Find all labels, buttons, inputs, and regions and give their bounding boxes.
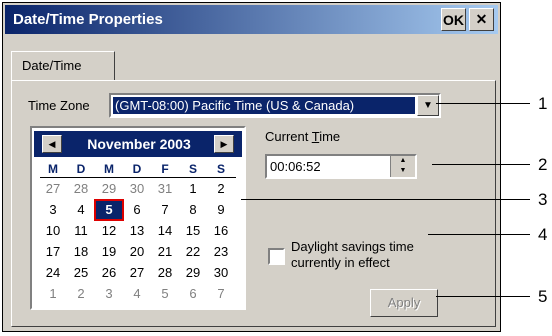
calendar-day[interactable]: 4 <box>124 285 150 303</box>
daylight-label-line1: Daylight savings time <box>291 239 414 254</box>
calendar-day[interactable]: 16 <box>208 222 234 240</box>
calendar-day[interactable]: 2 <box>208 180 234 198</box>
apply-button[interactable]: Apply <box>370 289 438 317</box>
calendar-day[interactable]: 31 <box>152 180 178 198</box>
calendar-day[interactable]: 19 <box>96 243 122 261</box>
calendar-day[interactable]: 4 <box>68 201 94 219</box>
calendar-day[interactable]: 12 <box>96 222 122 240</box>
calendar-day[interactable]: 5 <box>152 285 178 303</box>
calendar: ◀ November 2003 ▶ MDMDFSS 27 28 29 30 31 1 2 3 4… <box>30 126 246 310</box>
calendar-day[interactable]: 1 <box>40 285 66 303</box>
calendar-header: ◀ November 2003 ▶ <box>34 131 242 157</box>
title-bar: Date/Time Properties OK ✕ <box>5 5 498 34</box>
next-month-icon[interactable]: ▶ <box>214 135 234 153</box>
timezone-select[interactable]: (GMT-08:00) Pacific Time (US & Canada) ▼ <box>109 93 441 118</box>
calendar-day[interactable]: 6 <box>124 201 150 219</box>
weekday-header: S <box>216 162 225 176</box>
calendar-day[interactable]: 13 <box>124 222 150 240</box>
calendar-day[interactable]: 8 <box>180 201 206 219</box>
spinner-buttons: ▲ ▼ <box>390 156 415 177</box>
daylight-label-line2: currently in effect <box>291 255 390 270</box>
calendar-day[interactable]: 7 <box>208 285 234 303</box>
current-time-label: Current Time <box>265 129 341 144</box>
daylight-savings-checkbox[interactable] <box>268 248 285 265</box>
calendar-day[interactable]: 2 <box>68 285 94 303</box>
calendar-day[interactable]: 27 <box>124 264 150 282</box>
ok-button[interactable]: OK <box>441 8 466 31</box>
calendar-day[interactable]: 28 <box>152 264 178 282</box>
calendar-day[interactable]: 29 <box>180 264 206 282</box>
calendar-day[interactable]: 25 <box>68 264 94 282</box>
dropdown-arrow-icon[interactable]: ▼ <box>417 95 439 116</box>
calendar-day[interactable]: 30 <box>124 180 150 198</box>
spin-down-icon[interactable]: ▼ <box>391 166 415 176</box>
calendar-day[interactable]: 22 <box>180 243 206 261</box>
time-value[interactable]: 00:06:52 <box>270 159 321 174</box>
calendar-day[interactable]: 20 <box>124 243 150 261</box>
prev-month-icon[interactable]: ◀ <box>42 135 62 153</box>
calendar-day[interactable]: 29 <box>96 180 122 198</box>
spin-up-icon[interactable]: ▲ <box>391 156 415 166</box>
calendar-day[interactable]: 1 <box>180 180 206 198</box>
weekday-divider <box>40 177 236 178</box>
callout-number-1: 1 <box>538 94 548 113</box>
calendar-month-label: November 2003 <box>87 136 191 152</box>
callout-number-2: 2 <box>538 155 548 174</box>
callout-number-4: 4 <box>538 225 548 244</box>
calendar-day[interactable]: 27 <box>40 180 66 198</box>
calendar-day[interactable]: 6 <box>180 285 206 303</box>
calendar-day[interactable]: 23 <box>208 243 234 261</box>
weekday-header: M <box>48 162 58 176</box>
calendar-day[interactable]: 24 <box>40 264 66 282</box>
weekday-header: S <box>188 162 197 176</box>
calendar-day[interactable]: 9 <box>208 201 234 219</box>
time-spinner[interactable]: 00:06:52 ▲ ▼ <box>265 154 417 179</box>
callout-line-3 <box>241 199 530 200</box>
close-button[interactable]: ✕ <box>469 8 494 31</box>
calendar-day[interactable]: 30 <box>208 264 234 282</box>
calendar-day[interactable]: 14 <box>152 222 178 240</box>
weekday-header: D <box>132 162 142 176</box>
weekday-header: D <box>76 162 86 176</box>
calendar-day[interactable]: 18 <box>68 243 94 261</box>
callout-line-4 <box>428 234 530 235</box>
tab-date-time[interactable]: Date/Time <box>11 51 115 81</box>
weekday-header: M <box>104 162 114 176</box>
timezone-label: Time Zone <box>28 98 90 113</box>
callout-line-2 <box>432 164 530 165</box>
daylight-savings-label: Daylight savings time currently in effec… <box>291 239 414 271</box>
calendar-day[interactable]: 3 <box>40 201 66 219</box>
calendar-day[interactable]: 28 <box>68 180 94 198</box>
date-time-dialog: Date/Time Properties OK ✕ Date/Time Time… <box>2 2 501 332</box>
callout-line-5 <box>436 296 530 297</box>
weekday-header: F <box>161 162 169 176</box>
callout-line-1 <box>436 103 530 104</box>
callout-number-5: 5 <box>538 287 548 306</box>
window-title: Date/Time Properties <box>13 11 163 28</box>
calendar-day[interactable]: 17 <box>40 243 66 261</box>
calendar-day[interactable]: 7 <box>152 201 178 219</box>
calendar-day[interactable]: 11 <box>68 222 94 240</box>
calendar-day[interactable]: 26 <box>96 264 122 282</box>
calendar-day[interactable]: 3 <box>96 285 122 303</box>
calendar-day-selected[interactable]: 5 <box>94 199 124 221</box>
timezone-value: (GMT-08:00) Pacific Time (US & Canada) <box>112 96 416 115</box>
calendar-day[interactable]: 15 <box>180 222 206 240</box>
calendar-day[interactable]: 10 <box>40 222 66 240</box>
callout-number-3: 3 <box>538 190 548 209</box>
calendar-day[interactable]: 21 <box>152 243 178 261</box>
